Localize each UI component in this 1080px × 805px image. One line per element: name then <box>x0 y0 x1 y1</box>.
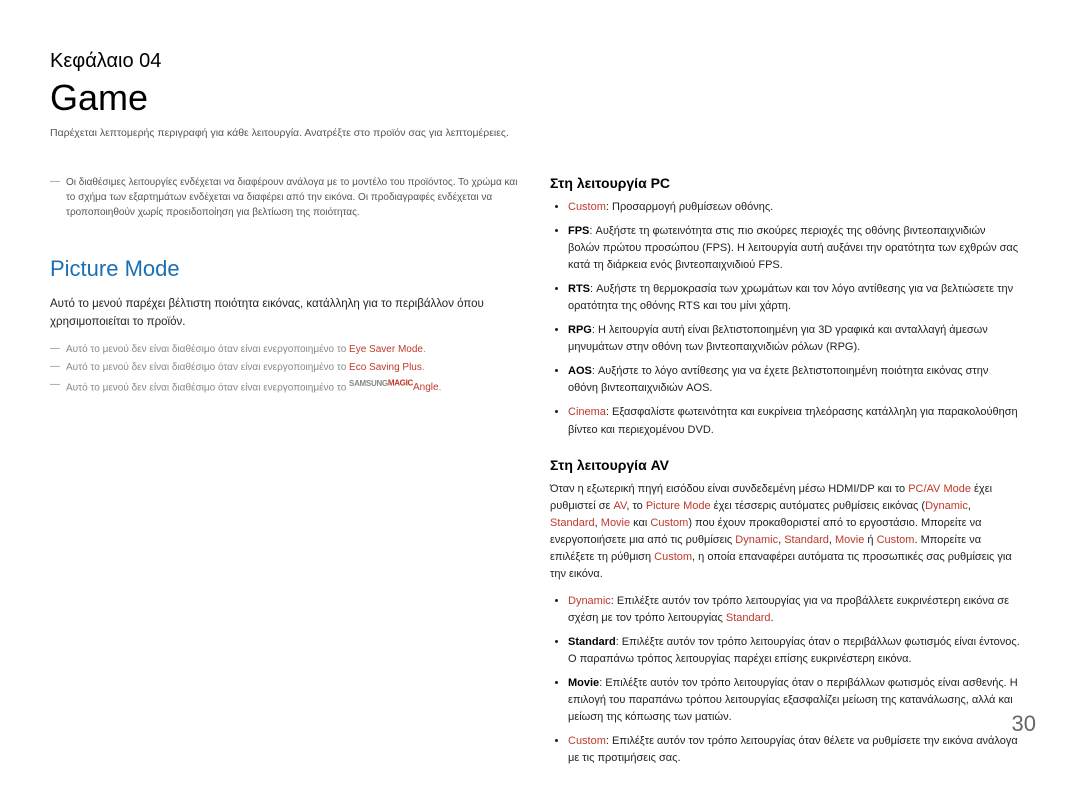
section-body: Αυτό το μενού παρέχει βέλτιστη ποιότητα … <box>50 296 520 332</box>
list-item: Movie: Επιλέξτε αυτόν τον τρόπο λειτουργ… <box>568 675 1020 726</box>
footnote-dash: ― <box>50 175 60 189</box>
list-item: FPS: Αυξήστε τη φωτεινότητα στις πιο σκο… <box>568 223 1020 274</box>
av-mode-list: Dynamic: Επιλέξτε αυτόν τον τρόπο λειτου… <box>550 593 1020 767</box>
footnote-dash: ― <box>50 378 60 392</box>
right-column: Στη λειτουργία PC Custom: Προσαρμογή ρυθ… <box>550 175 1020 775</box>
top-note: Οι διαθέσιμες λειτουργίες ενδέχεται να δ… <box>66 175 520 220</box>
page-title: Game <box>50 77 1030 119</box>
pc-mode-list: Custom: Προσαρμογή ρυθμίσεων οθόνης. FPS… <box>550 199 1020 439</box>
page-number: 30 <box>1012 711 1036 737</box>
chapter-label: Κεφάλαιο 04 <box>50 50 1030 73</box>
list-item: Standard: Επιλέξτε αυτόν τον τρόπο λειτο… <box>568 634 1020 668</box>
section-heading-picture-mode: Picture Mode <box>50 256 520 282</box>
list-item: Custom: Επιλέξτε αυτόν τον τρόπο λειτουρ… <box>568 733 1020 767</box>
footnote-dash: ― <box>50 342 60 356</box>
note-eye-saver: Αυτό το μενού δεν είναι διαθέσιμο όταν ε… <box>66 342 426 357</box>
note-magic-angle: Αυτό το μενού δεν είναι διαθέσιμο όταν ε… <box>66 378 441 395</box>
av-intro: Όταν η εξωτερική πηγή εισόδου είναι συνδ… <box>550 481 1020 583</box>
list-item: RPG: Η λειτουργία αυτή είναι βελτιστοποι… <box>568 322 1020 356</box>
list-item: AOS: Αυξήστε το λόγο αντίθεσης για να έχ… <box>568 363 1020 397</box>
list-item: Custom: Προσαρμογή ρυθμίσεων οθόνης. <box>568 199 1020 216</box>
heading-av-mode: Στη λειτουργία AV <box>550 457 1020 473</box>
list-item: Cinema: Εξασφαλίστε φωτεινότητα και ευκρ… <box>568 404 1020 438</box>
list-item: RTS: Αυξήστε τη θερμοκρασία των χρωμάτων… <box>568 281 1020 315</box>
footnote-dash: ― <box>50 360 60 374</box>
heading-pc-mode: Στη λειτουργία PC <box>550 175 1020 191</box>
list-item: Dynamic: Επιλέξτε αυτόν τον τρόπο λειτου… <box>568 593 1020 627</box>
note-eco-saving: Αυτό το μενού δεν είναι διαθέσιμο όταν ε… <box>66 360 425 375</box>
left-column: ― Οι διαθέσιμες λειτουργίες ενδέχεται να… <box>50 175 520 775</box>
page-intro: Παρέχεται λεπτομερής περιγραφή για κάθε … <box>50 127 1030 139</box>
